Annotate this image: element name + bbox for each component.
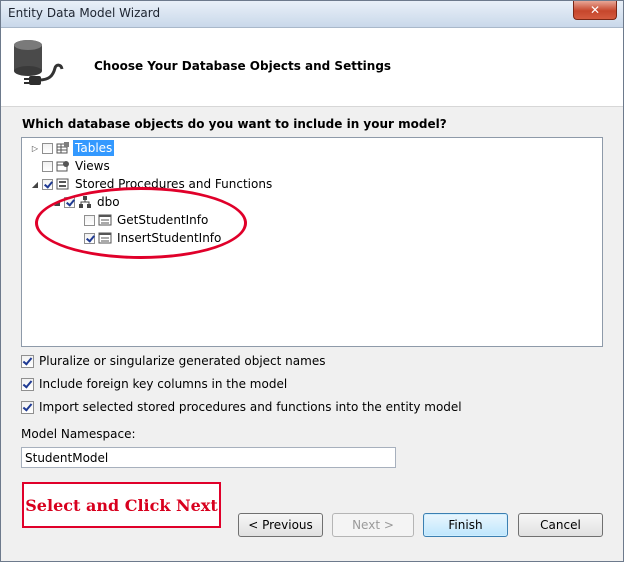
title-bar[interactable]: Entity Data Model Wizard ✕ — [1, 1, 623, 28]
previous-button[interactable]: < Previous — [238, 513, 323, 537]
tree-item-label: Tables — [73, 140, 115, 156]
next-button[interactable]: Next > — [332, 513, 414, 537]
views-checkbox[interactable] — [42, 160, 53, 172]
pluralize-checkbox[interactable] — [21, 354, 34, 368]
tree-item-dbo[interactable]: ◢ dbo — [52, 193, 122, 211]
getstudentinfo-checkbox[interactable] — [84, 214, 95, 226]
import-procedures-checkbox[interactable] — [21, 400, 34, 414]
objects-prompt: Which database objects do you want to in… — [22, 117, 447, 131]
close-icon: ✕ — [589, 3, 601, 17]
close-button[interactable]: ✕ — [573, 1, 617, 20]
insertstudentinfo-checkbox[interactable] — [84, 232, 95, 244]
tables-checkbox[interactable] — [42, 142, 53, 154]
tree-item-label: GetStudentInfo — [117, 213, 209, 227]
page-title: Choose Your Database Objects and Setting… — [94, 59, 392, 73]
table-group-icon — [56, 142, 69, 154]
database-plug-icon — [14, 40, 64, 85]
option-label: Include foreign key columns in the model — [39, 377, 288, 391]
namespace-input[interactable] — [21, 447, 396, 468]
expand-arrow-icon[interactable]: ▷ — [30, 144, 40, 153]
foreign-keys-checkbox[interactable] — [21, 377, 34, 391]
option-pluralize[interactable]: Pluralize or singularize generated objec… — [21, 354, 325, 368]
annotation-text: Select and Click Next — [25, 495, 218, 515]
option-label: Import selected stored procedures and fu… — [39, 400, 462, 414]
option-foreign-keys[interactable]: Include foreign key columns in the model — [21, 377, 287, 391]
tree-item-label: dbo — [97, 195, 120, 209]
tree-item-label: Stored Procedures and Functions — [75, 177, 273, 191]
view-group-icon — [56, 161, 69, 172]
tree-item-tables[interactable]: ▷ Tables — [30, 139, 115, 157]
tree-item-insertstudentinfo[interactable]: InsertStudentInfo — [72, 229, 223, 247]
dbo-checkbox[interactable] — [64, 196, 75, 208]
tree-item-views[interactable]: Views — [30, 157, 112, 175]
tree-item-label: Views — [75, 159, 110, 173]
finish-button[interactable]: Finish — [423, 513, 508, 537]
database-objects-tree[interactable]: ▷ Tables Views ◢ Stored Procedures and F… — [21, 137, 603, 347]
collapse-arrow-icon[interactable]: ◢ — [30, 180, 40, 189]
option-label: Pluralize or singularize generated objec… — [39, 354, 326, 368]
tree-item-stored-procedures[interactable]: ◢ Stored Procedures and Functions — [30, 175, 274, 193]
window-title: Entity Data Model Wizard — [8, 6, 161, 20]
schema-icon — [79, 196, 91, 208]
procedure-icon — [98, 214, 112, 226]
stored-procedures-checkbox[interactable] — [42, 178, 53, 190]
tree-item-label: InsertStudentInfo — [117, 231, 222, 245]
collapse-arrow-icon[interactable]: ◢ — [52, 198, 62, 207]
cancel-button[interactable]: Cancel — [518, 513, 603, 537]
tree-item-getstudentinfo[interactable]: GetStudentInfo — [72, 211, 210, 229]
procedure-icon — [98, 232, 112, 244]
annotation-callout: Select and Click Next — [22, 482, 221, 528]
namespace-label: Model Namespace: — [21, 427, 136, 441]
wizard-window: Entity Data Model Wizard ✕ Choose Your D… — [0, 0, 624, 562]
wizard-header: Choose Your Database Objects and Setting… — [1, 28, 623, 107]
option-import-procedures[interactable]: Import selected stored procedures and fu… — [21, 400, 462, 414]
procedure-group-icon — [56, 178, 69, 190]
